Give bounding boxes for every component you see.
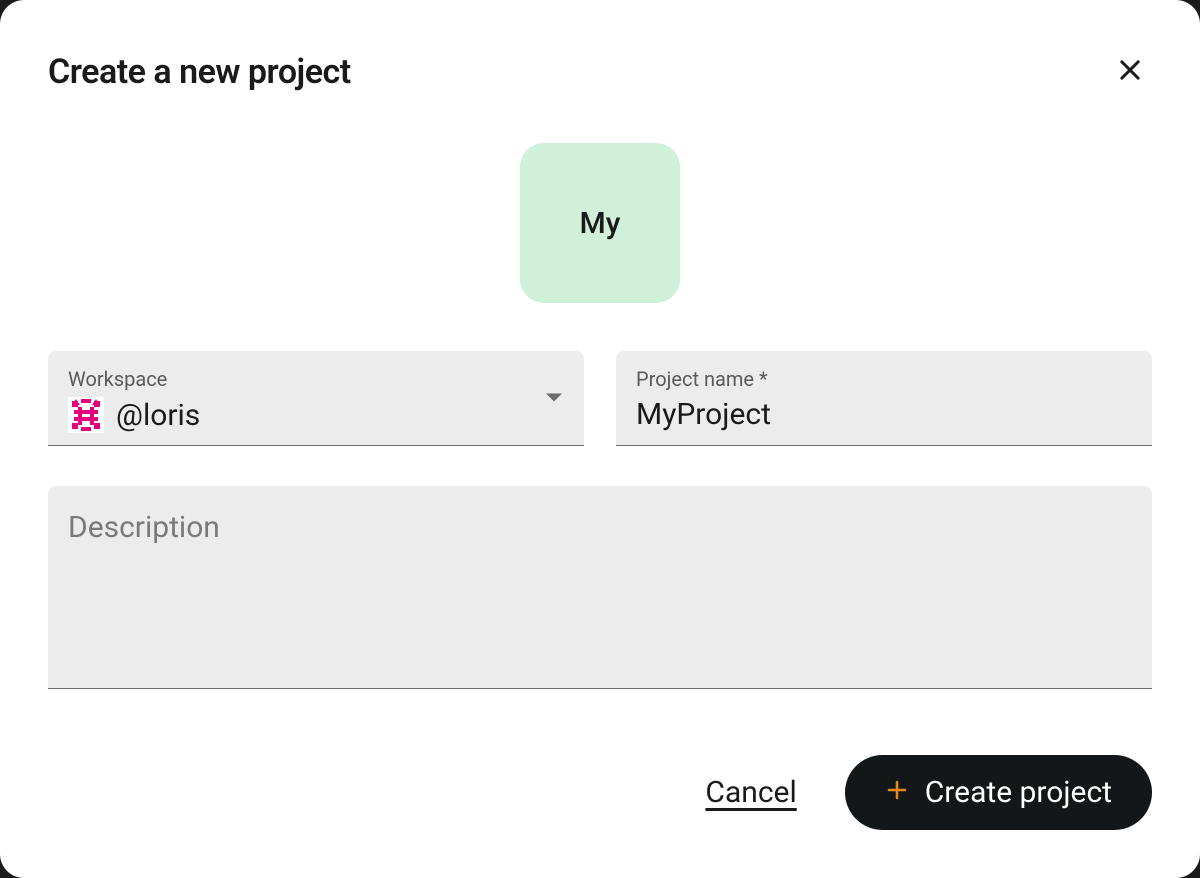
- cancel-button[interactable]: Cancel: [705, 775, 796, 810]
- close-button[interactable]: [1108, 48, 1152, 95]
- identicon-icon: [68, 397, 104, 433]
- form-row: Workspace: [48, 351, 1152, 446]
- project-avatar[interactable]: My: [520, 143, 680, 303]
- dialog-actions: Cancel Create project: [705, 755, 1152, 830]
- dialog-header: Create a new project: [48, 48, 1152, 95]
- avatar-text: My: [580, 206, 621, 241]
- description-field[interactable]: [48, 486, 1152, 689]
- chevron-down-icon: [544, 389, 564, 408]
- project-name-label: Project name *: [636, 367, 1132, 391]
- description-input[interactable]: [68, 510, 1132, 660]
- project-name-input[interactable]: [636, 397, 1132, 432]
- avatar-container: My: [48, 143, 1152, 303]
- workspace-value: @loris: [116, 398, 564, 433]
- create-project-button[interactable]: Create project: [845, 755, 1152, 830]
- create-project-dialog: Create a new project My Workspace: [0, 0, 1200, 878]
- dialog-title: Create a new project: [48, 52, 351, 92]
- workspace-value-row: @loris: [68, 397, 564, 433]
- close-icon: [1116, 56, 1144, 87]
- workspace-select[interactable]: Workspace: [48, 351, 584, 446]
- workspace-label: Workspace: [68, 367, 564, 391]
- plus-icon: [885, 778, 909, 807]
- create-button-label: Create project: [925, 775, 1112, 810]
- project-name-field[interactable]: Project name *: [616, 351, 1152, 446]
